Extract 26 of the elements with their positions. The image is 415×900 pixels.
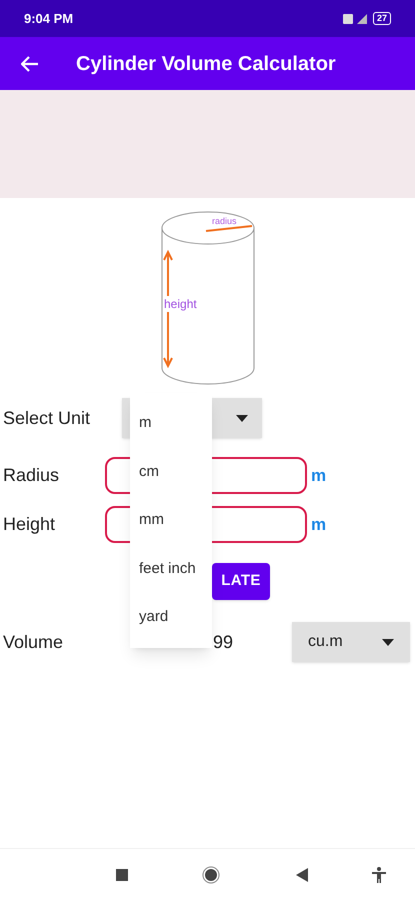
- unit-menu-item[interactable]: yard: [130, 593, 212, 642]
- back-arrow-icon: [21, 56, 39, 72]
- home-icon[interactable]: [202, 866, 220, 884]
- volume-label: Volume: [3, 630, 64, 654]
- unit-menu-item[interactable]: cm: [130, 448, 212, 496]
- caret-icon: [236, 414, 248, 422]
- recents-icon[interactable]: [116, 868, 128, 880]
- volume-value: 99: [213, 630, 234, 654]
- app-title: Cylinder Volume Calculator: [76, 52, 336, 76]
- caret-icon: [382, 638, 394, 646]
- signal-icon: [342, 12, 369, 24]
- unit-menu-item[interactable]: mm: [130, 496, 212, 545]
- unit-menu-item[interactable]: feet inch: [130, 544, 212, 594]
- calculate-button[interactable]: LATE: [212, 563, 270, 600]
- status-time: 9:04 PM: [24, 10, 74, 28]
- volume-unit-dropdown[interactable]: cu.m: [292, 622, 410, 662]
- select-unit-label: Select Unit: [3, 406, 92, 430]
- radius-unit: m: [311, 464, 326, 487]
- back-icon[interactable]: [296, 868, 308, 882]
- accessibility-icon[interactable]: [372, 866, 386, 882]
- unit-menu-item[interactable]: m: [130, 399, 212, 448]
- height-unit: m: [311, 514, 326, 536]
- radius-label: Radius: [3, 464, 60, 487]
- battery-icon: 27: [372, 12, 391, 25]
- height-label: Height: [3, 513, 56, 536]
- cylinder-drawing: radius height: [160, 206, 256, 386]
